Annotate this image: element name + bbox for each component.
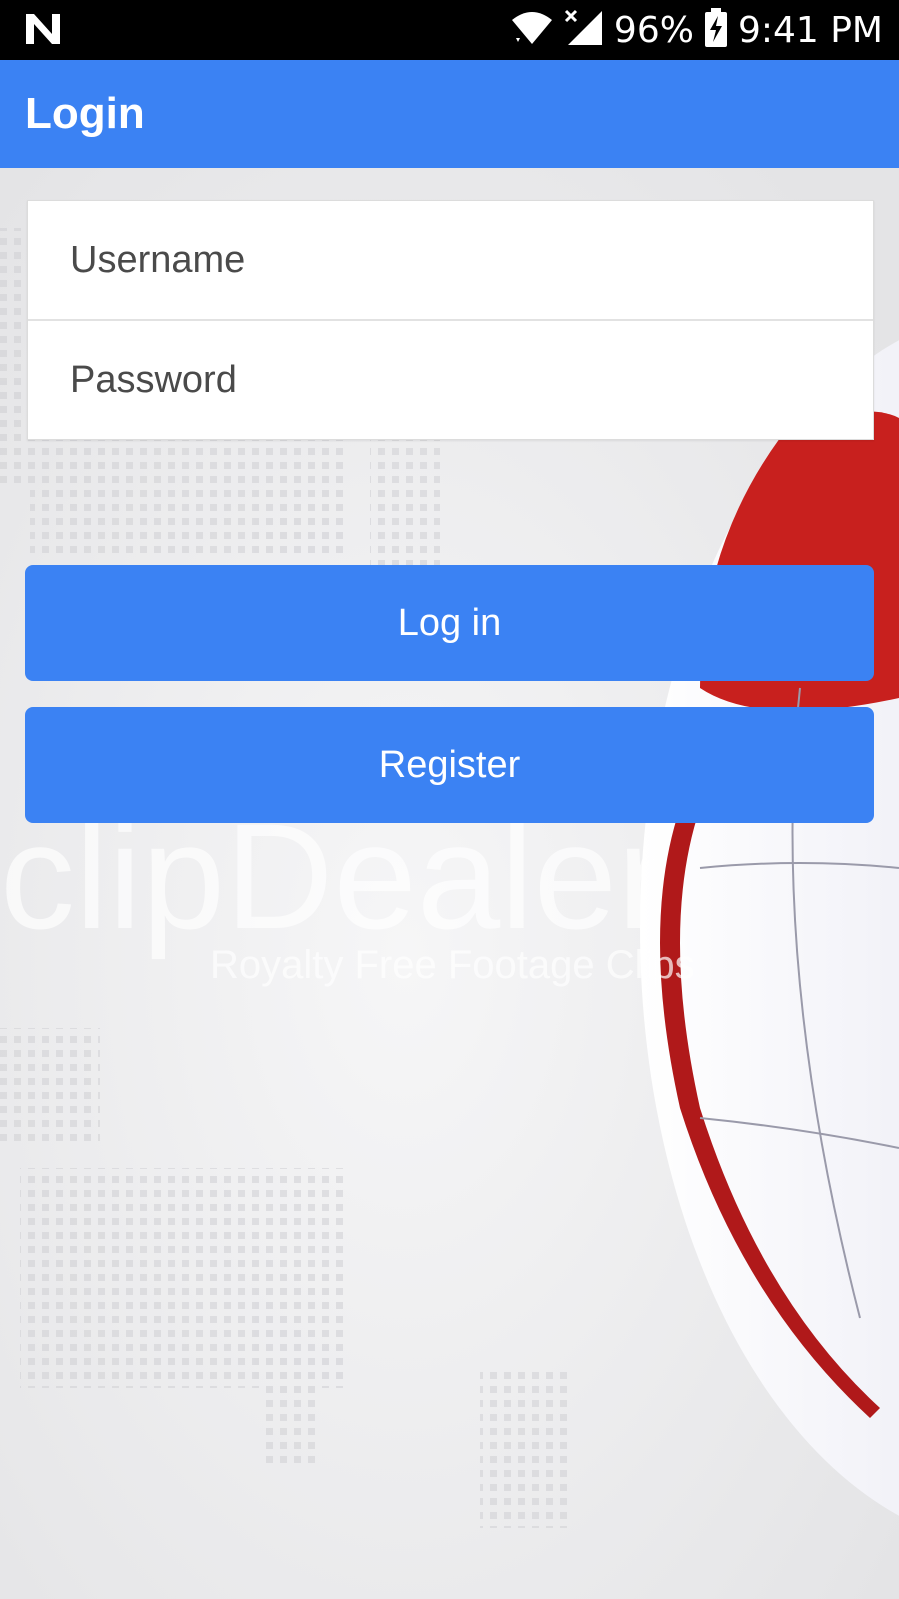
wifi-icon: [510, 10, 554, 51]
username-input[interactable]: [68, 237, 832, 283]
login-form-card: [27, 200, 874, 440]
password-input[interactable]: [68, 357, 832, 403]
password-field[interactable]: [28, 321, 873, 439]
clock: 9:41 PM: [737, 9, 883, 51]
page-title: Login: [25, 89, 145, 138]
battery-charging-icon: [704, 7, 728, 53]
watermark-subtext: Royalty Free Footage Clips: [210, 943, 695, 987]
n-logo-icon: [24, 12, 62, 51]
battery-percent: 96%: [613, 9, 694, 51]
cell-signal-no-service-icon: [564, 9, 604, 52]
status-bar: 96% 9:41 PM: [0, 0, 899, 60]
username-field[interactable]: [28, 201, 873, 319]
login-button[interactable]: Log in: [25, 565, 874, 681]
app-bar: Login: [0, 60, 899, 168]
register-button[interactable]: Register: [25, 707, 874, 823]
